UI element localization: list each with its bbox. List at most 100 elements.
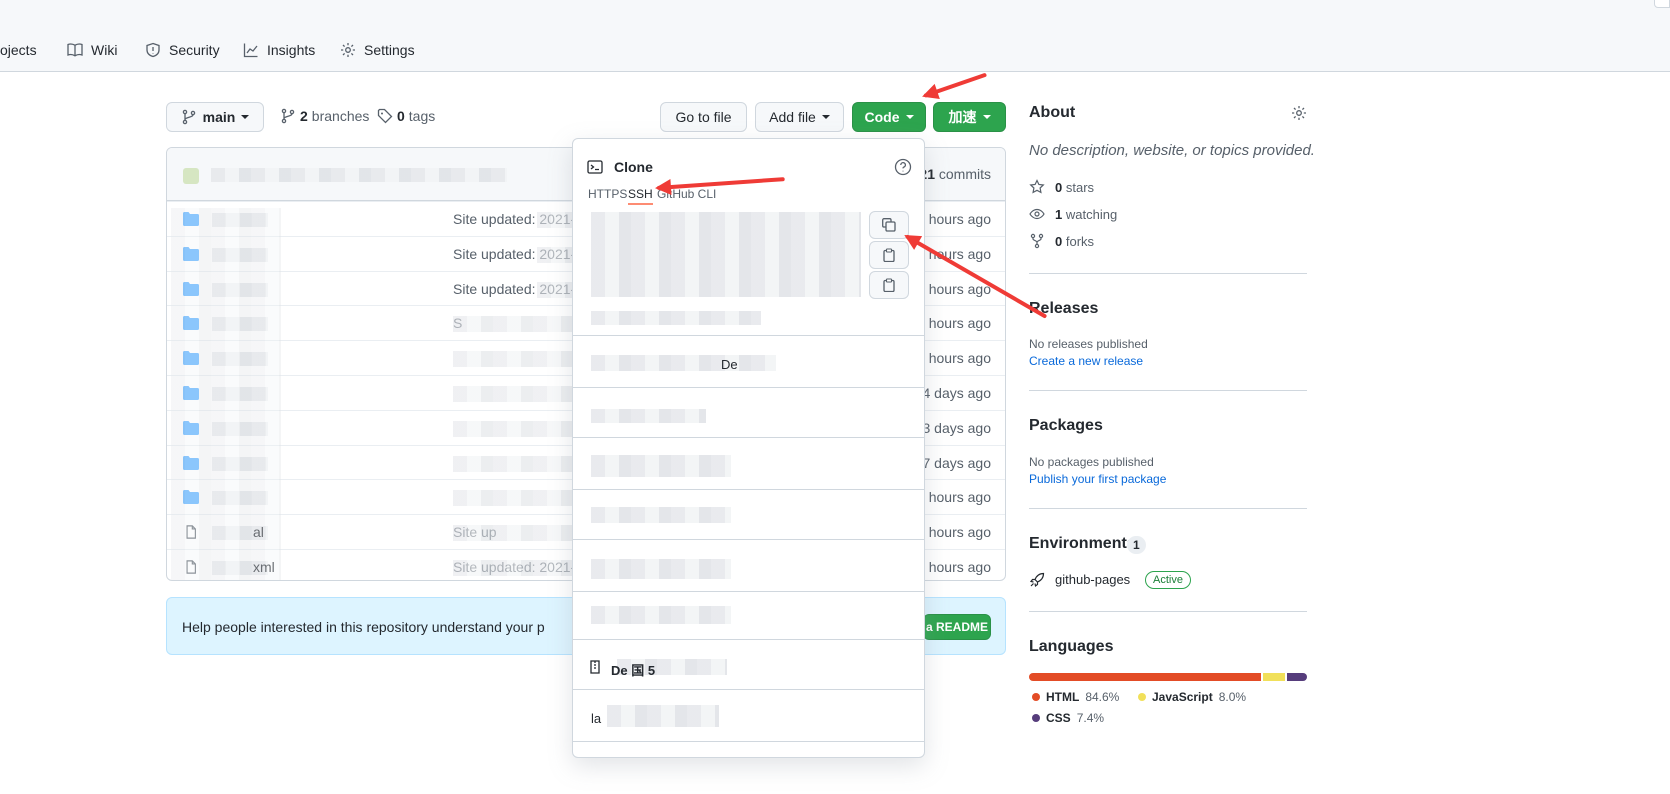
repo-nav: Projects Wiki Security Insights Settings xyxy=(0,0,1670,72)
commit-message-redacted xyxy=(453,490,573,507)
dropdown-divider xyxy=(573,539,924,540)
clipboard-icon xyxy=(883,248,895,262)
chevron-down-icon xyxy=(821,115,830,119)
dropdown-divider xyxy=(573,591,924,592)
commit-message-redacted xyxy=(453,316,573,333)
nav-insights[interactable]: Insights xyxy=(243,38,315,62)
commit-age: 5 hours ago xyxy=(917,350,991,367)
copy-button-2[interactable] xyxy=(869,241,909,269)
add-file-button[interactable]: Add file xyxy=(755,102,844,132)
environment-status-badge: Active xyxy=(1145,571,1191,589)
avatar xyxy=(183,168,199,184)
commits-link[interactable]: 21 commits xyxy=(919,166,991,182)
speedup-button[interactable]: 加速 xyxy=(933,102,1006,132)
branches-link[interactable]: 2 branches xyxy=(280,106,369,126)
dropdown-divider xyxy=(573,741,924,742)
menu-item-last[interactable]: la xyxy=(591,711,601,726)
environments-title[interactable]: Environments xyxy=(1029,535,1136,553)
terminal-icon xyxy=(587,160,603,174)
languages-bar xyxy=(1029,673,1307,681)
add-readme-label: a README xyxy=(925,620,988,634)
copy-button-3[interactable] xyxy=(869,271,909,299)
dropdown-divider xyxy=(573,437,924,438)
menu-item-1[interactable]: De xyxy=(721,357,738,372)
dropdown-divider xyxy=(573,689,924,690)
language-bar-segment xyxy=(1262,673,1285,681)
forks-count: 0 xyxy=(1055,233,1063,249)
forks-link[interactable]: 0 forks xyxy=(1029,233,1094,249)
sidebar-divider xyxy=(1029,508,1307,509)
commit-message-redacted xyxy=(537,212,577,228)
sidebar-divider xyxy=(1029,390,1307,391)
commit-age: 5 hours ago xyxy=(917,524,991,541)
branches-count: 2 xyxy=(300,108,308,124)
add-readme-button[interactable]: a README xyxy=(923,614,991,640)
rocket-icon xyxy=(1029,572,1045,588)
commit-message-redacted xyxy=(453,420,573,437)
fork-icon xyxy=(1030,233,1044,249)
watching-link[interactable]: 1 watching xyxy=(1029,206,1117,222)
question-icon[interactable] xyxy=(894,158,912,176)
stars-link[interactable]: 0 stars xyxy=(1029,179,1094,195)
commit-message-redacted xyxy=(537,281,577,298)
menu-item-redacted xyxy=(591,355,776,371)
forks-label: forks xyxy=(1065,233,1095,249)
language-percent: 84.6% xyxy=(1085,690,1120,704)
commit-age: 4 days ago xyxy=(922,385,992,401)
menu-item-download[interactable]: De 国 5 xyxy=(611,660,655,679)
create-release-link[interactable]: Create a new release xyxy=(1029,354,1143,368)
commit-age: 5 hours ago xyxy=(917,280,991,297)
packages-title[interactable]: Packages xyxy=(1029,417,1103,435)
dropdown-divider xyxy=(573,335,924,336)
nav-insights-label: Insights xyxy=(267,42,316,58)
nav-settings[interactable]: Settings xyxy=(340,38,415,62)
commit-message-redacted xyxy=(453,351,573,368)
branch-icon xyxy=(281,108,295,124)
language-name: HTML xyxy=(1046,690,1080,704)
tag-icon xyxy=(377,108,393,124)
menu-item-redacted xyxy=(591,507,731,523)
commit-age: 5 hours ago xyxy=(917,489,991,506)
annotation-arrow xyxy=(923,72,988,98)
tags-label: tags xyxy=(408,108,436,124)
gear-icon[interactable] xyxy=(1291,105,1307,121)
commit-message-redacted xyxy=(453,525,573,542)
language-dot xyxy=(1032,693,1040,701)
go-to-file-label: Go to file xyxy=(675,109,732,125)
watching-count: 1 xyxy=(1055,206,1063,222)
clone-tab-https[interactable]: HTTPS xyxy=(588,187,627,201)
stars-count: 0 xyxy=(1055,179,1063,195)
language-html[interactable]: HTML 84.6% xyxy=(1032,690,1119,704)
packages-empty: No packages published xyxy=(1029,455,1154,469)
tags-count: 0 xyxy=(397,108,405,124)
language-percent: 7.4% xyxy=(1076,711,1105,725)
language-javascript[interactable]: JavaScript 8.0% xyxy=(1138,690,1246,704)
menu-item-redacted xyxy=(591,409,706,423)
environment-name[interactable]: github-pages xyxy=(1055,572,1130,587)
code-label: Code xyxy=(864,109,900,125)
clone-title: Clone xyxy=(614,159,653,175)
nav-security-label: Security xyxy=(169,42,220,58)
menu-item-redacted xyxy=(607,705,719,727)
tags-link[interactable]: 0 tags xyxy=(377,106,435,126)
languages-title: Languages xyxy=(1029,638,1114,655)
add-file-label: Add file xyxy=(769,109,816,125)
commit-message-redacted xyxy=(537,246,577,263)
nav-settings-label: Settings xyxy=(364,42,415,58)
chevron-down-icon xyxy=(982,115,991,119)
branch-selector[interactable]: main xyxy=(166,102,264,132)
chevron-down-icon xyxy=(241,115,250,119)
go-to-file-button[interactable]: Go to file xyxy=(660,102,747,132)
clone-tab-ssh[interactable]: SSH xyxy=(628,187,653,205)
environments-count-badge: 1 xyxy=(1127,536,1146,554)
code-button[interactable]: Code xyxy=(852,102,926,132)
nav-projects[interactable]: Projects xyxy=(0,38,37,62)
clone-url-redacted xyxy=(591,212,861,297)
menu-item-redacted xyxy=(591,559,731,579)
commit-age: 3 days ago xyxy=(922,419,992,436)
nav-security[interactable]: Security xyxy=(145,38,220,62)
nav-wiki[interactable]: Wiki xyxy=(67,38,117,62)
publish-package-link[interactable]: Publish your first package xyxy=(1029,472,1166,486)
language-percent: 8.0% xyxy=(1218,690,1247,704)
language-css[interactable]: CSS 7.4% xyxy=(1032,711,1104,725)
